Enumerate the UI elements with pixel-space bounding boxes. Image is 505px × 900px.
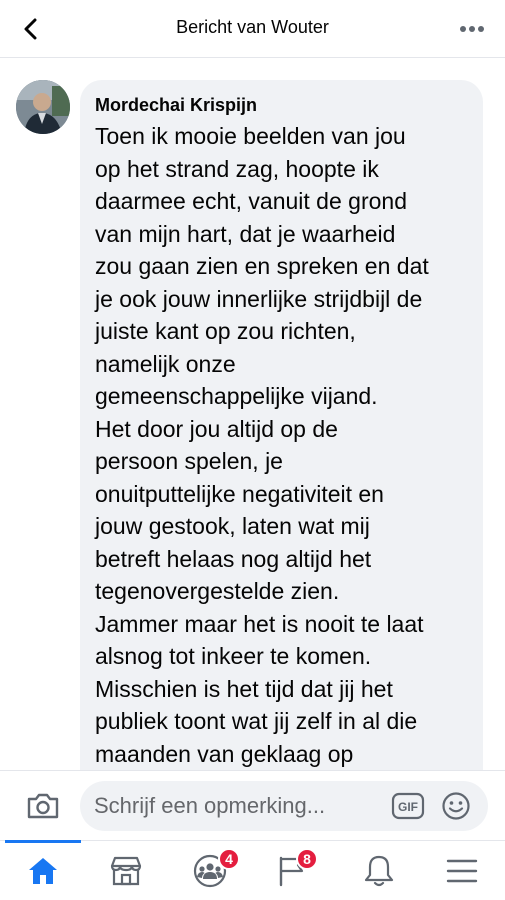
tab-menu[interactable] <box>422 841 502 900</box>
comment-line: maanden van geklaag op <box>95 740 354 767</box>
more-options-button[interactable] <box>455 12 489 46</box>
marketplace-icon <box>110 856 142 886</box>
comment-input[interactable] <box>94 781 384 831</box>
comment-line: Het door jou altijd op de <box>95 415 338 442</box>
comment-line: jouw gestook, laten wat mij <box>95 513 370 539</box>
tab-home[interactable] <box>3 840 83 900</box>
top-bar: Bericht van Wouter <box>0 0 505 58</box>
page-title: Bericht van Wouter <box>176 17 329 37</box>
groups-badge: 4 <box>218 848 240 870</box>
emoji-button[interactable] <box>440 790 472 822</box>
camera-button[interactable] <box>24 787 62 825</box>
tab-groups[interactable]: 4 <box>170 841 250 900</box>
comment-line: namelijk onze <box>95 350 236 377</box>
comment-line: je ook jouw innerlijke strijdbijl de <box>95 285 423 312</box>
profile-photo <box>16 80 70 134</box>
comment-line: zou gaan zien en spreken en dat <box>95 253 429 279</box>
comment-line: juiste kant op zou richten, <box>95 318 356 344</box>
hamburger-menu-icon <box>446 859 478 883</box>
comment-input-wrapper: GIF <box>80 781 488 831</box>
gif-icon: GIF <box>391 792 425 820</box>
comment-author[interactable]: Mordechai Krispijn <box>95 94 469 116</box>
emoji-icon <box>442 792 470 820</box>
bottom-tab-bar: 4 8 <box>0 840 505 900</box>
comment-area: Mordechai Krispijn Toen ik mooie beelden… <box>0 58 505 770</box>
comment-line: van mijn hart, dat je waarheid <box>95 220 396 247</box>
comment-line: Misschien is het tijd dat jij het <box>95 675 393 702</box>
camera-icon <box>27 793 59 819</box>
comment-text: Toen ik mooie beelden van jou op het str… <box>95 120 469 770</box>
comment-line: op het strand zag, hoopte ik <box>95 155 379 182</box>
more-horizontal-icon <box>460 26 484 32</box>
pages-badge: 8 <box>296 848 318 870</box>
comment-line: Jammer maar het is nooit te laat <box>95 610 424 637</box>
comment-line: alsnog tot inkeer te komen. <box>95 643 372 669</box>
avatar[interactable] <box>16 80 70 134</box>
home-icon <box>29 858 57 884</box>
comment-line: persoon spelen, je <box>95 448 283 474</box>
comment-line: onuitputtelijke negativiteit en <box>95 480 384 507</box>
gif-button[interactable]: GIF <box>391 791 425 821</box>
comment-line: tegenovergestelde zien. <box>95 578 340 604</box>
bell-icon <box>364 855 394 887</box>
comment-line: daarmee echt, vanuit de grond <box>95 188 407 214</box>
comment-line: publiek toont wat jij zelf in al die <box>95 708 418 734</box>
comment-line: betreft helaas nog altijd het <box>95 545 372 572</box>
gif-label: GIF <box>398 800 418 814</box>
comment-line: gemeenschappelijke vijand. <box>95 383 378 409</box>
tab-pages[interactable]: 8 <box>251 841 331 900</box>
tab-marketplace[interactable] <box>86 841 166 900</box>
comment-composer: GIF <box>0 770 505 840</box>
tab-notifications[interactable] <box>339 841 419 900</box>
comment-line: Toen ik mooie beelden van jou <box>95 123 406 149</box>
comment-bubble[interactable]: Mordechai Krispijn Toen ik mooie beelden… <box>80 80 483 770</box>
